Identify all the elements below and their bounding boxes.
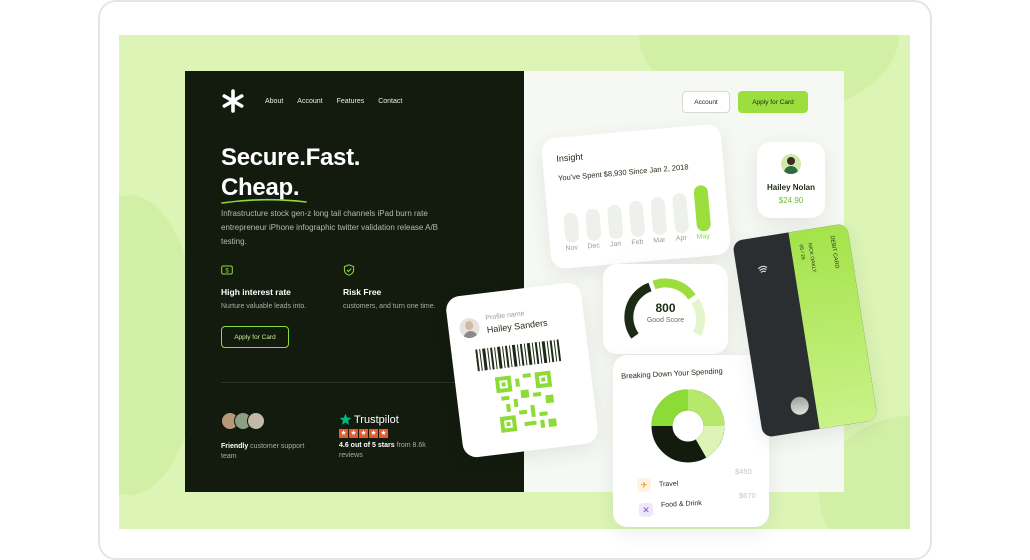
trustpilot-logo: Trustpilot <box>339 413 399 426</box>
card-chip <box>789 395 811 417</box>
divider <box>221 382 455 383</box>
rating-stars: ★ ★ ★ ★ ★ <box>339 429 388 438</box>
plane-icon: ✈ <box>637 478 651 492</box>
trustpilot-star-icon <box>339 413 352 425</box>
month-bar-active <box>693 184 712 232</box>
highlight-underline <box>221 198 307 204</box>
asterisk-logo-icon[interactable] <box>221 89 245 113</box>
month-label: Jan <box>609 240 622 249</box>
month-label: Feb <box>631 238 644 247</box>
feature-risk-free: Risk Free customers, and turn one time. <box>343 263 453 310</box>
avatar <box>247 412 265 430</box>
spending-donut <box>651 389 725 463</box>
feature-title: High interest rate <box>221 287 291 297</box>
month-bar <box>671 192 690 234</box>
support-text: Friendly customer support team <box>221 442 321 462</box>
rating-text: 4.6 out of 5 stars from 8.6k reviews <box>339 441 449 461</box>
money-icon: $ <box>221 265 233 275</box>
star-icon: ★ <box>339 429 348 438</box>
month-bar <box>584 208 602 242</box>
month-label: Mar <box>653 236 666 245</box>
star-icon: ★ <box>379 429 388 438</box>
contact-amount: $24.90 <box>778 196 804 205</box>
nav-features[interactable]: Features <box>337 98 365 105</box>
apply-for-card-header-button[interactable]: Apply for Card <box>738 91 808 113</box>
apply-for-card-button[interactable]: Apply for Card <box>221 326 289 348</box>
score-value: 800 <box>655 301 676 315</box>
contact-card[interactable]: Hailey Nolan $24.90 <box>757 142 825 218</box>
spending-card: Breaking Down Your Spending ✈ Travel $45… <box>613 355 769 527</box>
month-bar <box>628 200 646 238</box>
insight-subtitle: You've Spent $8,930 Since Jan 2, 2018 <box>557 162 689 183</box>
cutlery-icon: ✕ <box>639 503 653 517</box>
nav-contact[interactable]: Contact <box>378 98 402 105</box>
avatar <box>458 316 481 340</box>
month-bar <box>606 204 624 240</box>
feature-subtitle: Nurture valuable leads into. <box>221 303 307 310</box>
trustpilot-brand: Trustpilot <box>354 413 399 426</box>
spending-title: Breaking Down Your Spending <box>620 366 723 381</box>
rating-strong: 4.6 out of 5 stars <box>339 442 395 449</box>
spending-item-label: Food & Drink <box>660 499 703 510</box>
contact-name: Hailey Nolan <box>766 183 815 192</box>
spending-item-amount: $450 <box>735 467 752 476</box>
hero-line-1: Secure.Fast. <box>221 144 361 171</box>
insight-title: Insight <box>555 151 584 164</box>
support-strong: Friendly <box>221 443 249 450</box>
feature-subtitle: customers, and turn one time. <box>343 303 436 310</box>
feature-title: Risk Free <box>343 287 382 297</box>
star-icon: ★ <box>369 429 378 438</box>
avatar <box>781 154 801 174</box>
score-label: Good Score <box>646 317 685 324</box>
star-icon: ★ <box>349 429 358 438</box>
spending-item-amount: $670 <box>739 491 756 500</box>
qr-code <box>494 370 558 433</box>
credit-score-card: 800 Good Score <box>603 264 728 354</box>
month-label: May <box>696 232 711 241</box>
hero-heading: Secure.Fast. Cheap. <box>221 143 360 203</box>
insight-card: Insight You've Spent $8,930 Since Jan 2,… <box>540 123 732 270</box>
hero-description: Infrastructure stock gen-z long tail cha… <box>221 209 439 246</box>
month-label: Apr <box>675 234 688 243</box>
support-avatars <box>221 412 265 430</box>
month-bar <box>650 196 668 236</box>
feature-high-interest: $ High interest rate Nurture valuable le… <box>221 263 331 310</box>
nav-account[interactable]: Account <box>297 98 322 105</box>
spending-item-label: Travel <box>658 480 679 489</box>
shield-check-icon <box>343 264 355 276</box>
star-icon: ★ <box>359 429 368 438</box>
month-label: Dec <box>587 242 601 251</box>
main-nav: About Account Features Contact <box>265 98 402 105</box>
month-bar <box>563 212 580 244</box>
account-button[interactable]: Account <box>682 91 730 113</box>
barcode <box>475 339 562 372</box>
nav-about[interactable]: About <box>265 98 283 105</box>
month-label: Nov <box>565 244 579 253</box>
profile-qr-card: Profile name Hailey Sanders <box>444 281 600 459</box>
contactless-icon <box>758 265 768 273</box>
